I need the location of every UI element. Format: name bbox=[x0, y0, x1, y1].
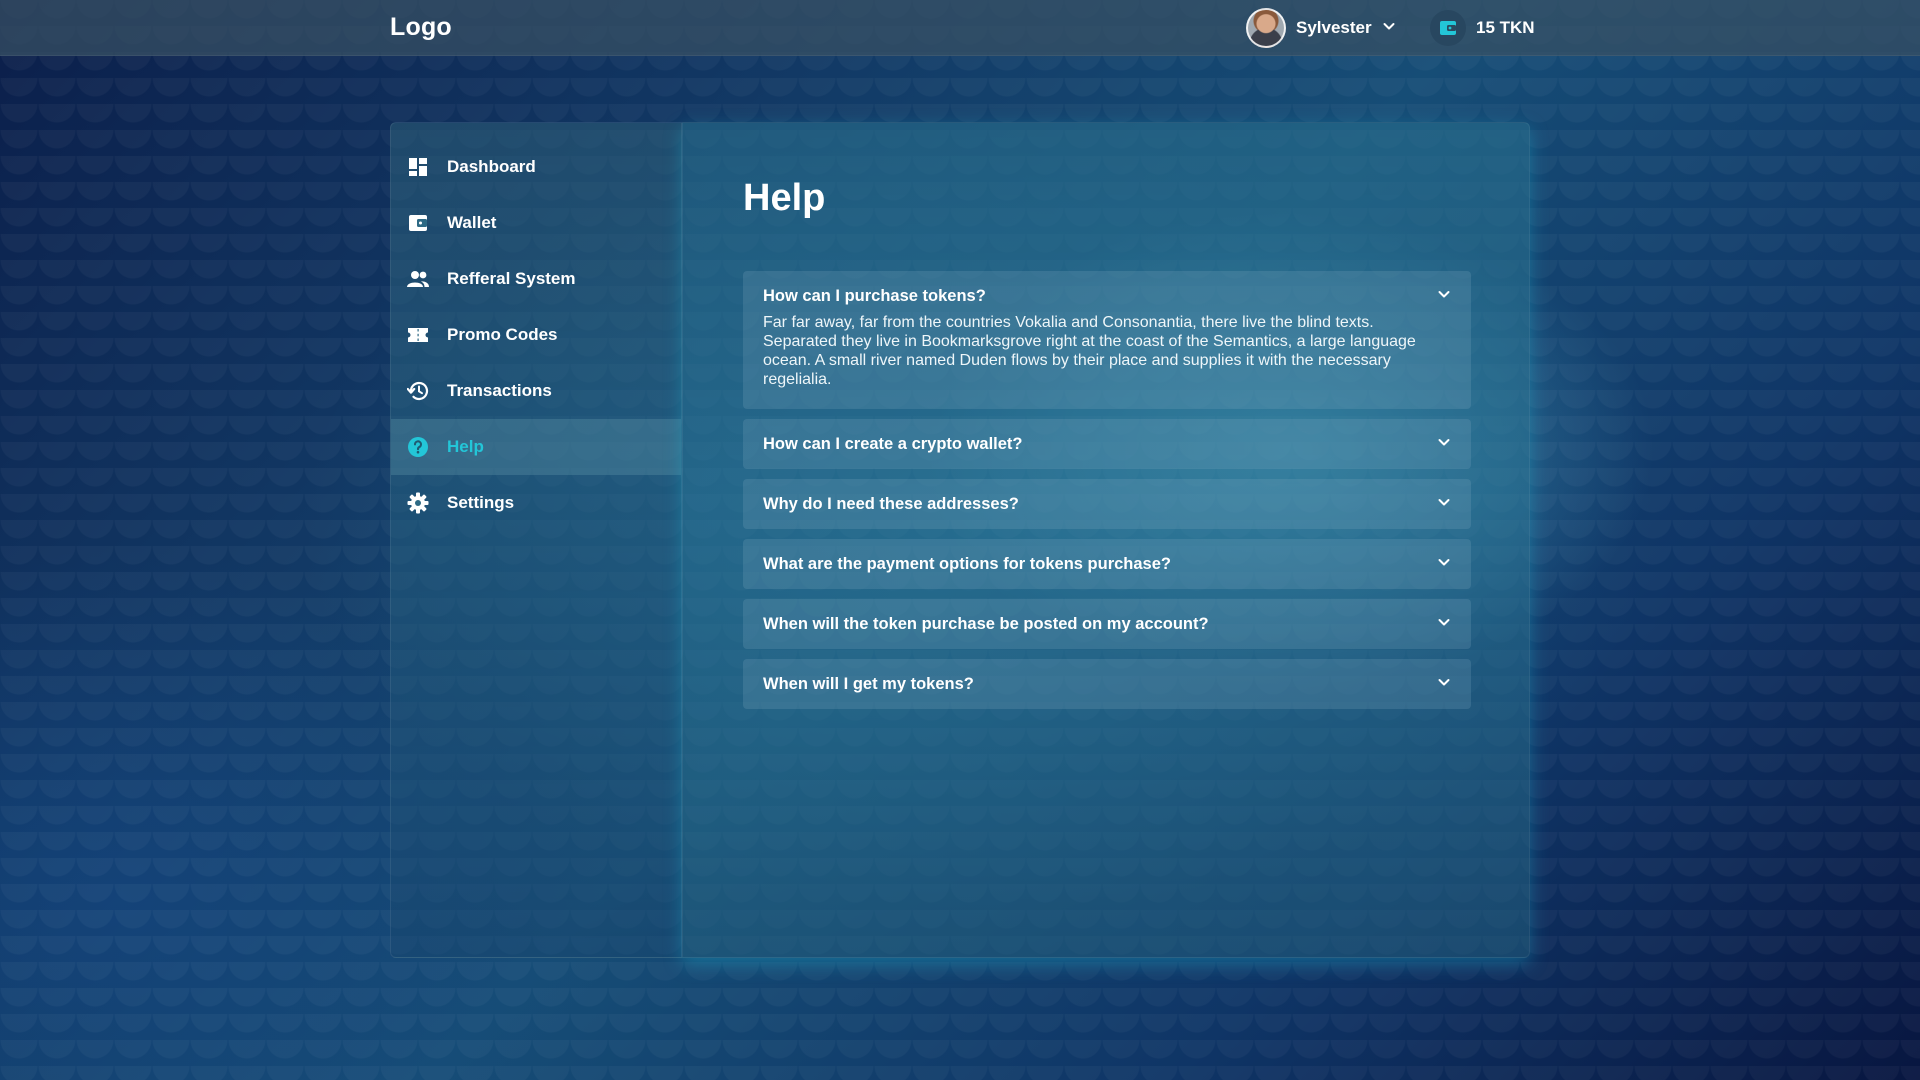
sidebar-item-transactions[interactable]: Transactions bbox=[391, 363, 681, 419]
faq-question: How can I purchase tokens? bbox=[763, 286, 986, 305]
sidebar-item-label: Dashboard bbox=[447, 157, 536, 176]
user-menu[interactable]: Sylvester bbox=[1246, 8, 1396, 48]
gear-icon bbox=[407, 492, 429, 514]
chevron-down-icon bbox=[1437, 675, 1451, 694]
sidebar-item-wallet[interactable]: Wallet bbox=[391, 195, 681, 251]
ticket-icon bbox=[407, 324, 429, 346]
faq-item: How can I purchase tokens? Far far away,… bbox=[743, 271, 1471, 409]
faq-answer: Far far away, far from the countries Vok… bbox=[763, 314, 1416, 388]
page-title: Help bbox=[743, 177, 826, 219]
chevron-down-icon bbox=[1437, 555, 1451, 574]
sidebar-item-label: Settings bbox=[447, 493, 515, 512]
sidebar-item-settings[interactable]: Settings bbox=[391, 475, 681, 531]
sidebar: Dashboard Wallet Refferal System Promo C… bbox=[390, 122, 682, 958]
sidebar-item-dashboard[interactable]: Dashboard bbox=[391, 139, 681, 195]
sidebar-item-help[interactable]: Help bbox=[391, 419, 681, 475]
user-name: Sylvester bbox=[1296, 18, 1372, 37]
sidebar-item-label: Wallet bbox=[447, 213, 497, 232]
faq-question-toggle[interactable]: What are the payment options for tokens … bbox=[743, 539, 1471, 589]
faq-question: How can I create a crypto wallet? bbox=[763, 434, 1023, 453]
chevron-down-icon bbox=[1437, 495, 1451, 514]
faq-item: How can I create a crypto wallet? bbox=[743, 419, 1471, 469]
faq-item: Why do I need these addresses? bbox=[743, 479, 1471, 529]
faq-question: When will the token purchase be posted o… bbox=[763, 614, 1209, 633]
sidebar-item-promo-codes[interactable]: Promo Codes bbox=[391, 307, 681, 363]
faq-question-toggle[interactable]: How can I create a crypto wallet? bbox=[743, 419, 1471, 469]
help-icon bbox=[407, 436, 429, 458]
sidebar-item-label: Refferal System bbox=[447, 269, 576, 288]
wallet-icon bbox=[407, 212, 429, 234]
dashboard-icon bbox=[407, 156, 429, 178]
sidebar-item-referral-system[interactable]: Refferal System bbox=[391, 251, 681, 307]
faq-question: What are the payment options for tokens … bbox=[763, 554, 1171, 573]
sidebar-item-label: Help bbox=[447, 437, 484, 456]
help-panel: Help How can I purchase tokens? Far far … bbox=[682, 122, 1530, 958]
chevron-down-icon bbox=[1437, 615, 1451, 634]
faq-question-toggle[interactable]: Why do I need these addresses? bbox=[743, 479, 1471, 529]
faq-item: What are the payment options for tokens … bbox=[743, 539, 1471, 589]
sidebar-item-label: Transactions bbox=[447, 381, 552, 400]
history-icon bbox=[407, 380, 429, 402]
faq-accordion: How can I purchase tokens? Far far away,… bbox=[743, 271, 1471, 719]
faq-question-toggle[interactable]: When will the token purchase be posted o… bbox=[743, 599, 1471, 649]
faq-question: Why do I need these addresses? bbox=[763, 494, 1019, 513]
faq-item: When will I get my tokens? bbox=[743, 659, 1471, 709]
chevron-down-icon bbox=[1437, 287, 1451, 306]
faq-item: When will the token purchase be posted o… bbox=[743, 599, 1471, 649]
sidebar-item-label: Promo Codes bbox=[447, 325, 558, 344]
logo[interactable]: Logo bbox=[390, 13, 452, 42]
faq-question-toggle[interactable]: When will I get my tokens? bbox=[743, 659, 1471, 709]
token-balance[interactable]: 15 TKN bbox=[1430, 8, 1535, 48]
balance-amount: 15 TKN bbox=[1476, 18, 1535, 37]
chevron-down-icon bbox=[1382, 19, 1396, 38]
top-bar: Logo Sylvester 15 TKN bbox=[0, 0, 1920, 56]
faq-question: When will I get my tokens? bbox=[763, 674, 974, 693]
people-icon bbox=[407, 268, 429, 290]
avatar[interactable] bbox=[1246, 8, 1286, 48]
chevron-down-icon bbox=[1437, 435, 1451, 454]
wallet-icon bbox=[1430, 10, 1466, 46]
